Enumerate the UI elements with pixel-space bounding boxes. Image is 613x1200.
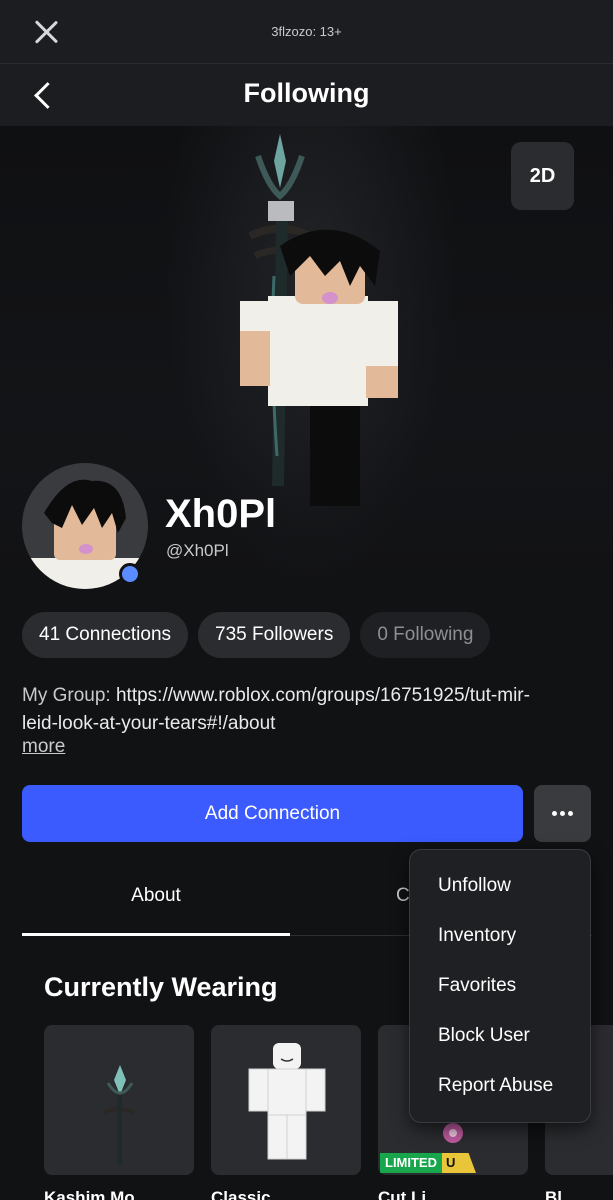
toggle-2d-button[interactable]: 2D (511, 142, 574, 210)
bio-more-link[interactable]: more (22, 736, 65, 758)
following-count-button[interactable]: 0 Following (360, 612, 491, 658)
options-menu: Unfollow Inventory Favorites Block User … (409, 849, 591, 1123)
wearing-item-name: Classic (211, 1188, 271, 1200)
menu-item-block-user[interactable]: Block User (438, 1025, 530, 1047)
bio-link-line-1[interactable]: https://www.roblox.com/groups/16751925/t… (116, 685, 530, 706)
page-title: Following (243, 78, 370, 108)
menu-item-favorites[interactable]: Favorites (438, 975, 516, 997)
top-bar-title: 3flzozo: 13+ (271, 24, 342, 39)
section-title: Currently Wearing (44, 972, 278, 1002)
connections-count-button[interactable]: 41 Connections (22, 612, 189, 658)
bio: My Group: https://www.roblox.com/groups/… (22, 682, 592, 738)
display-name: Xh0Pl (165, 492, 277, 536)
more-options-icon[interactable] (534, 785, 591, 842)
wearing-item-card[interactable] (211, 1025, 361, 1175)
menu-item-report-abuse[interactable]: Report Abuse (438, 1075, 553, 1097)
online-status-indicator (119, 563, 141, 585)
tab-creations[interactable]: C (396, 885, 410, 907)
body-icon (248, 1043, 326, 1160)
add-connection-button[interactable]: Add Connection (22, 785, 523, 842)
wearing-item-name: Kashim Mo (44, 1188, 135, 1200)
username: @Xh0Pl (166, 541, 229, 560)
staff-icon (103, 1065, 135, 1165)
wearing-item-name: Cut Li (378, 1188, 427, 1200)
bio-link-line-2[interactable]: leid-look-at-your-tears#!/about (22, 710, 592, 738)
wearing-item-name: Bl (545, 1188, 562, 1200)
followers-count-button[interactable]: 735 Followers (198, 612, 351, 658)
bio-label: My Group: (22, 685, 111, 706)
avatar-3d-render (240, 134, 398, 506)
stats-row: 41 Connections 735 Followers 0 Following (22, 612, 491, 658)
tab-about[interactable]: About (22, 885, 290, 907)
limited-badge: LIMITED U (380, 1153, 476, 1173)
wearing-item-card[interactable] (44, 1025, 194, 1175)
menu-item-inventory[interactable]: Inventory (438, 925, 516, 947)
menu-item-unfollow[interactable]: Unfollow (438, 875, 511, 897)
nav-bar: Following (0, 64, 613, 126)
active-tab-indicator (22, 933, 290, 936)
top-bar: 3flzozo: 13+ (0, 0, 613, 64)
